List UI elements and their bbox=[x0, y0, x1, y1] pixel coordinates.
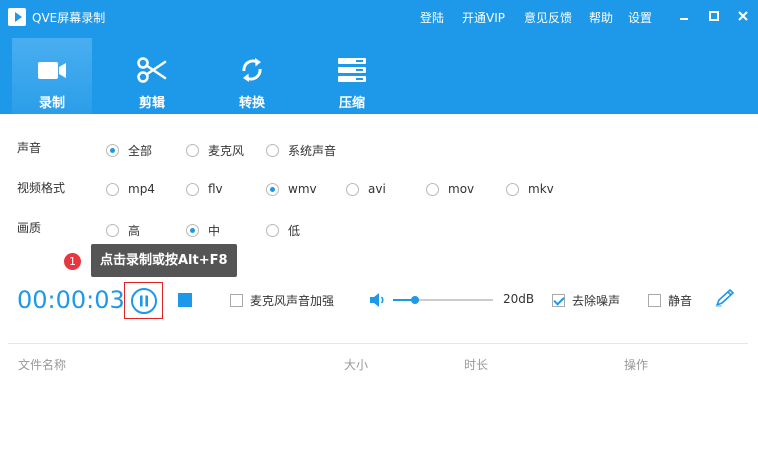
help-link[interactable]: 帮助 bbox=[589, 9, 613, 26]
radio-button[interactable] bbox=[426, 182, 439, 196]
divider bbox=[8, 343, 748, 344]
denoise-label: 去除噪声 bbox=[572, 294, 621, 308]
mic-boost-option[interactable]: 麦克风声音加强 bbox=[230, 292, 334, 309]
volume-slider-thumb[interactable] bbox=[411, 296, 419, 304]
pause-button[interactable] bbox=[124, 282, 163, 319]
column-header-filename: 文件名称 bbox=[18, 358, 67, 372]
minimize-icon[interactable] bbox=[677, 9, 691, 23]
radio-button[interactable] bbox=[186, 182, 199, 196]
format-label: 视频格式 bbox=[17, 181, 66, 195]
audio-option-all[interactable]: 全部 bbox=[106, 142, 152, 159]
format-option-avi[interactable]: avi bbox=[346, 182, 386, 196]
mute-checkbox[interactable] bbox=[648, 294, 661, 307]
volume-value: 20dB bbox=[503, 292, 535, 306]
mic-boost-checkbox[interactable] bbox=[230, 294, 243, 307]
tab-convert[interactable]: 转换 bbox=[212, 38, 292, 114]
pause-icon bbox=[131, 288, 157, 314]
radio-button[interactable] bbox=[266, 224, 279, 237]
close-icon[interactable] bbox=[736, 9, 750, 23]
compress-icon bbox=[338, 58, 366, 82]
tab-record[interactable]: 录制 bbox=[12, 38, 92, 114]
audio-label: 声音 bbox=[17, 141, 42, 155]
format-option-wmv[interactable]: wmv bbox=[266, 182, 317, 196]
audio-option-mic[interactable]: 麦克风 bbox=[186, 142, 244, 159]
record-hint-tooltip: 点击录制或按Alt+F8 bbox=[91, 244, 237, 277]
radio-button[interactable] bbox=[106, 144, 119, 157]
mic-boost-label: 麦克风声音加强 bbox=[250, 294, 335, 308]
mute-label: 静音 bbox=[668, 294, 693, 308]
format-option-wmv-label: wmv bbox=[288, 182, 317, 196]
stop-button[interactable] bbox=[178, 293, 192, 307]
format-option-mp4[interactable]: mp4 bbox=[106, 182, 155, 196]
recording-timer: 00:00:03 bbox=[17, 286, 125, 314]
quality-option-high-label: 高 bbox=[128, 224, 141, 238]
radio-button[interactable] bbox=[346, 182, 359, 196]
quality-option-medium[interactable]: 中 bbox=[186, 222, 220, 239]
tab-compress[interactable]: 压缩 bbox=[312, 38, 392, 114]
denoise-checkbox[interactable] bbox=[552, 294, 565, 307]
format-option-mkv[interactable]: mkv bbox=[506, 182, 554, 196]
quality-label: 画质 bbox=[17, 221, 42, 235]
tab-record-label: 录制 bbox=[38, 96, 65, 111]
audio-option-system-label: 系统声音 bbox=[288, 144, 337, 158]
column-header-size: 大小 bbox=[344, 358, 369, 372]
scissors-icon bbox=[137, 57, 167, 83]
radio-button[interactable] bbox=[106, 182, 119, 196]
format-option-flv[interactable]: flv bbox=[186, 182, 223, 196]
format-option-flv-label: flv bbox=[208, 182, 223, 196]
app-logo-icon bbox=[8, 8, 26, 26]
volume-slider[interactable] bbox=[393, 296, 493, 304]
quality-option-low-label: 低 bbox=[288, 224, 301, 238]
column-header-duration: 时长 bbox=[464, 358, 489, 372]
denoise-option[interactable]: 去除噪声 bbox=[552, 292, 620, 309]
quality-option-medium-label: 中 bbox=[208, 224, 221, 238]
audio-option-system[interactable]: 系统声音 bbox=[266, 142, 336, 159]
format-option-mov[interactable]: mov bbox=[426, 182, 474, 196]
column-header-actions: 操作 bbox=[624, 358, 649, 372]
tab-edit[interactable]: 剪辑 bbox=[112, 38, 192, 114]
step-badge: 1 bbox=[64, 253, 81, 270]
feedback-link[interactable]: 意见反馈 bbox=[524, 9, 572, 26]
format-option-mov-label: mov bbox=[448, 182, 475, 196]
maximize-icon[interactable] bbox=[707, 9, 721, 23]
radio-button[interactable] bbox=[186, 144, 199, 157]
mute-option[interactable]: 静音 bbox=[648, 292, 692, 309]
radio-button[interactable] bbox=[106, 224, 119, 237]
radio-button[interactable] bbox=[266, 182, 279, 196]
format-option-mkv-label: mkv bbox=[528, 182, 554, 196]
radio-button[interactable] bbox=[266, 144, 279, 157]
radio-button[interactable] bbox=[186, 224, 199, 237]
radio-button[interactable] bbox=[506, 182, 519, 196]
tab-convert-label: 转换 bbox=[238, 96, 265, 111]
quality-option-high[interactable]: 高 bbox=[106, 222, 140, 239]
vip-link[interactable]: 开通VIP bbox=[462, 9, 505, 26]
app-title: QVE屏幕录制 bbox=[32, 11, 106, 25]
audio-option-all-label: 全部 bbox=[128, 144, 153, 158]
format-option-mp4-label: mp4 bbox=[128, 182, 155, 196]
tab-compress-label: 压缩 bbox=[338, 96, 365, 111]
app-header: QVE屏幕录制 登陆 开通VIP 意见反馈 帮助 设置 录制 剪辑 转换 压缩 bbox=[0, 0, 758, 114]
audio-option-mic-label: 麦克风 bbox=[208, 144, 245, 158]
title-bar: QVE屏幕录制 登陆 开通VIP 意见反馈 帮助 设置 bbox=[0, 0, 758, 34]
volume-icon[interactable] bbox=[368, 291, 386, 309]
settings-link[interactable]: 设置 bbox=[628, 9, 652, 26]
quality-option-low[interactable]: 低 bbox=[266, 222, 300, 239]
convert-icon bbox=[242, 58, 262, 82]
format-option-avi-label: avi bbox=[368, 182, 386, 196]
pen-icon[interactable] bbox=[713, 288, 737, 308]
video-camera-icon bbox=[38, 62, 66, 79]
tab-edit-label: 剪辑 bbox=[138, 96, 165, 111]
login-link[interactable]: 登陆 bbox=[420, 9, 444, 26]
